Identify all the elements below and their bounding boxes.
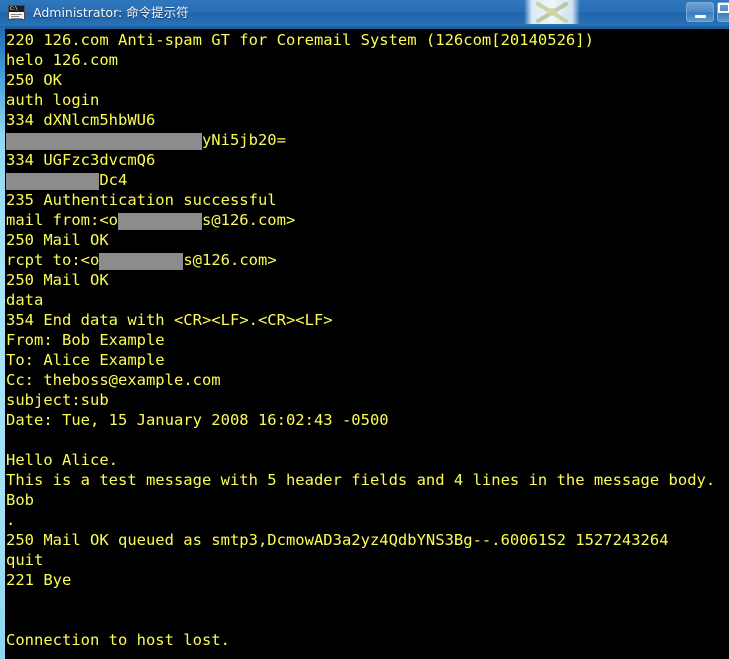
terminal-text: Connection to host lost. bbox=[6, 631, 230, 649]
terminal-line: Dc4 bbox=[6, 170, 729, 190]
console-icon-line-3 bbox=[11, 18, 22, 19]
console-client-area[interactable]: 220 126.com Anti-spam GT for Coremail Sy… bbox=[5, 29, 729, 659]
terminal-text: quit bbox=[6, 551, 44, 569]
terminal-line: subject:sub bbox=[6, 390, 729, 410]
window-titlebar[interactable]: C:\ Administrator: 命令提示符 bbox=[0, 0, 729, 26]
terminal-line: Date: Tue, 15 January 2008 16:02:43 -050… bbox=[6, 410, 729, 430]
terminal-text: s@126.com> bbox=[201, 211, 296, 229]
redaction-block bbox=[6, 173, 100, 190]
terminal-text: This is a test message with 5 header fie… bbox=[6, 471, 716, 489]
console-icon-line-1 bbox=[11, 14, 22, 15]
terminal-text: yNi5jb20= bbox=[201, 131, 286, 149]
terminal-line: . bbox=[6, 510, 729, 530]
terminal-line: Bob bbox=[6, 490, 729, 510]
terminal-text: 220 126.com Anti-spam GT for Coremail Sy… bbox=[6, 31, 594, 49]
terminal-output: 220 126.com Anti-spam GT for Coremail Sy… bbox=[5, 29, 729, 650]
redaction-block bbox=[99, 253, 184, 270]
console-icon-label: C:\ bbox=[9, 6, 24, 12]
terminal-line: mail from:<o s@126.com> bbox=[6, 210, 729, 230]
terminal-line: helo 126.com bbox=[6, 50, 729, 70]
titlebar-watermark-icon bbox=[536, 2, 568, 23]
terminal-text: Bob bbox=[6, 491, 34, 509]
terminal-text: subject:sub bbox=[6, 391, 109, 409]
terminal-line: This is a test message with 5 header fie… bbox=[6, 470, 729, 490]
terminal-text: auth login bbox=[6, 91, 100, 109]
terminal-text: 250 OK bbox=[6, 71, 62, 89]
terminal-text: helo 126.com bbox=[6, 51, 118, 69]
terminal-line: 235 Authentication successful bbox=[6, 190, 729, 210]
terminal-line: From: Bob Example bbox=[6, 330, 729, 350]
terminal-line: data bbox=[6, 290, 729, 310]
minimize-button[interactable] bbox=[686, 2, 714, 22]
terminal-line: auth login bbox=[6, 90, 729, 110]
terminal-text: data bbox=[6, 291, 44, 309]
terminal-line: rcpt to:<o s@126.com> bbox=[6, 250, 729, 270]
console-icon-line-2 bbox=[11, 16, 19, 17]
console-cmd-icon: C:\ bbox=[8, 5, 25, 20]
terminal-line: Connection to host lost. bbox=[6, 630, 729, 650]
terminal-text: To: Alice Example bbox=[6, 351, 165, 369]
redaction-block bbox=[6, 133, 202, 150]
terminal-text: 235 Authentication successful bbox=[6, 191, 277, 209]
terminal-line: 250 OK bbox=[6, 70, 729, 90]
terminal-text: Date: Tue, 15 January 2008 16:02:43 -050… bbox=[6, 411, 389, 429]
terminal-text: 250 Mail OK bbox=[6, 231, 109, 249]
terminal-text: 250 Mail OK bbox=[6, 271, 109, 289]
terminal-line: yNi5jb20= bbox=[6, 130, 729, 150]
terminal-line: 220 126.com Anti-spam GT for Coremail Sy… bbox=[6, 30, 729, 50]
terminal-line: 250 Mail OK bbox=[6, 270, 729, 290]
terminal-text: . bbox=[6, 511, 16, 529]
terminal-line: Cc: theboss@example.com bbox=[6, 370, 729, 390]
terminal-line: 334 dXNlcm5hbWU6 bbox=[6, 110, 729, 130]
terminal-line: 354 End data with <CR><LF>.<CR><LF> bbox=[6, 310, 729, 330]
terminal-text: s@126.com> bbox=[183, 251, 277, 269]
terminal-line: 250 Mail OK bbox=[6, 230, 729, 250]
terminal-text: From: Bob Example bbox=[6, 331, 165, 349]
console-window: C:\ Administrator: 命令提示符 220 126.com Ant… bbox=[0, 0, 729, 659]
minimize-glyph-icon bbox=[695, 15, 706, 18]
terminal-line: 250 Mail OK queued as smtp3,DcmowAD3a2yz… bbox=[6, 530, 729, 550]
terminal-line: To: Alice Example bbox=[6, 350, 729, 370]
terminal-text: Dc4 bbox=[99, 171, 128, 189]
terminal-line: Hello Alice. bbox=[6, 450, 729, 470]
maximize-glyph-icon bbox=[718, 3, 729, 13]
maximize-button[interactable] bbox=[717, 2, 729, 22]
terminal-line: quit bbox=[6, 550, 729, 570]
terminal-line: 334 UGFzc3dvcmQ6 bbox=[6, 150, 729, 170]
terminal-text: 250 Mail OK queued as smtp3,DcmowAD3a2yz… bbox=[6, 531, 669, 549]
terminal-text: mail from:<o bbox=[6, 211, 118, 229]
terminal-text: 354 End data with <CR><LF>.<CR><LF> bbox=[6, 311, 333, 329]
terminal-text: Cc: theboss@example.com bbox=[6, 371, 221, 389]
terminal-line: 221 Bye bbox=[6, 570, 729, 590]
terminal-text: 221 Bye bbox=[6, 571, 72, 589]
window-title: Administrator: 命令提示符 bbox=[33, 5, 189, 20]
terminal-text: 334 dXNlcm5hbWU6 bbox=[6, 111, 156, 129]
redaction-block bbox=[117, 213, 202, 230]
terminal-text: rcpt to:<o bbox=[6, 251, 100, 269]
terminal-text: Hello Alice. bbox=[6, 451, 118, 469]
terminal-text: 334 UGFzc3dvcmQ6 bbox=[6, 151, 156, 169]
